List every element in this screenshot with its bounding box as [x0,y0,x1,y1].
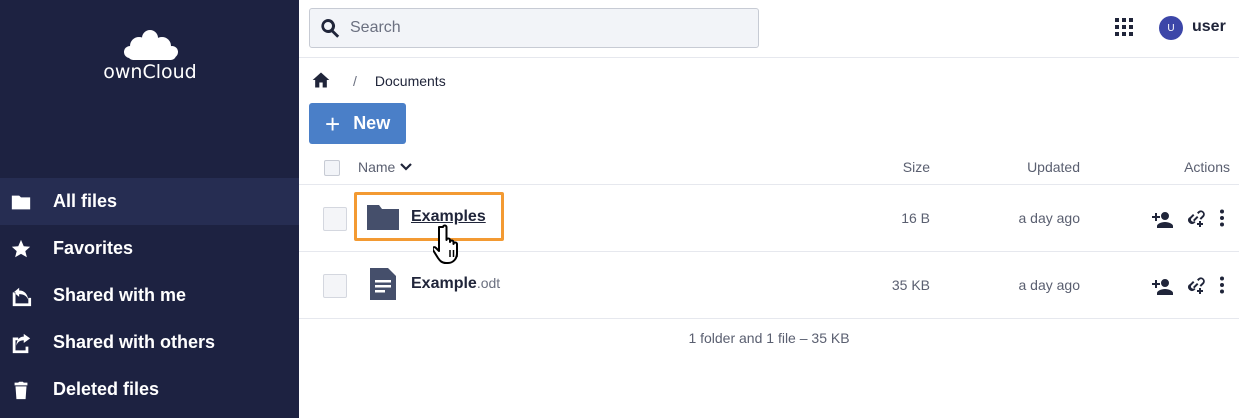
search-input[interactable] [350,19,730,37]
folder-icon [10,191,32,213]
shared-with-me-icon [10,285,32,307]
avatar[interactable]: U [1159,16,1183,40]
logo-text: ownCloud [103,61,196,82]
more-options-icon[interactable] [1219,276,1225,294]
sidebar-item-deleted-files[interactable]: Deleted files [0,366,299,413]
share-people-icon[interactable] [1151,207,1175,229]
file-list-summary: 1 folder and 1 file – 35 KB [688,330,850,346]
file-name-text: Example [411,275,477,292]
search-icon [321,19,340,38]
sidebar-item-label: Shared with me [53,285,187,305]
sidebar-item-all-files[interactable]: All files [0,178,299,225]
column-header-name[interactable]: Name [358,159,413,175]
breadcrumb: / Documents [311,70,446,92]
shared-with-others-icon [10,332,32,354]
trash-icon [10,379,32,401]
sidebar-item-shared-with-me[interactable]: Shared with me [0,272,299,319]
file-updated: a day ago [1018,277,1081,293]
plus-icon: + [325,108,341,139]
more-options-icon[interactable] [1219,209,1225,227]
column-header-updated[interactable]: Updated [1027,159,1080,175]
sidebar-item-favorites[interactable]: Favorites [0,225,299,272]
column-header-size[interactable]: Size [903,159,930,175]
table-header: Name Size Updated Actions [299,151,1239,185]
new-button[interactable]: + New [309,103,406,144]
star-icon [10,238,32,260]
folder-icon[interactable] [366,200,400,234]
new-button-label: New [353,113,391,133]
row-checkbox[interactable] [323,207,347,231]
top-bar: U user [299,0,1239,58]
file-extension: .odt [476,275,501,291]
main-content: U user / Documents + New Name Size Updat… [299,0,1239,418]
column-header-actions: Actions [1184,159,1230,175]
public-link-icon[interactable] [1185,208,1205,228]
sidebar-nav: All files Favorites Shared with me Share… [0,178,299,413]
row-actions [1151,274,1225,296]
file-size: 35 KB [891,277,930,293]
breadcrumb-separator: / [353,73,357,89]
app-switcher-grid-icon[interactable] [1114,17,1134,37]
file-updated: a day ago [1018,210,1081,226]
column-header-name-label: Name [358,159,396,175]
row-checkbox[interactable] [323,274,347,298]
sidebar-item-label: Shared with others [53,332,216,352]
share-people-icon[interactable] [1151,274,1175,296]
sidebar-item-shared-with-others[interactable]: Shared with others [0,319,299,366]
row-actions [1151,207,1225,229]
file-name[interactable]: Example.odt [411,275,500,293]
user-menu-name[interactable]: user [1192,18,1226,36]
search-box[interactable] [309,8,759,48]
home-icon[interactable] [311,70,331,93]
public-link-icon[interactable] [1185,275,1205,295]
hand-pointer-cursor-icon [433,224,458,264]
breadcrumb-current[interactable]: Documents [375,73,446,89]
document-icon[interactable] [366,267,400,301]
chevron-down-icon [400,163,413,171]
sidebar: ownCloud All files Favorites Shared with… [0,0,299,418]
file-size: 16 B [901,210,930,226]
sidebar-item-label: All files [53,191,118,211]
sidebar-item-label: Favorites [53,238,134,258]
owncloud-logo[interactable]: ownCloud [94,26,206,83]
sidebar-item-label: Deleted files [53,379,160,399]
select-all-checkbox[interactable] [324,160,340,176]
